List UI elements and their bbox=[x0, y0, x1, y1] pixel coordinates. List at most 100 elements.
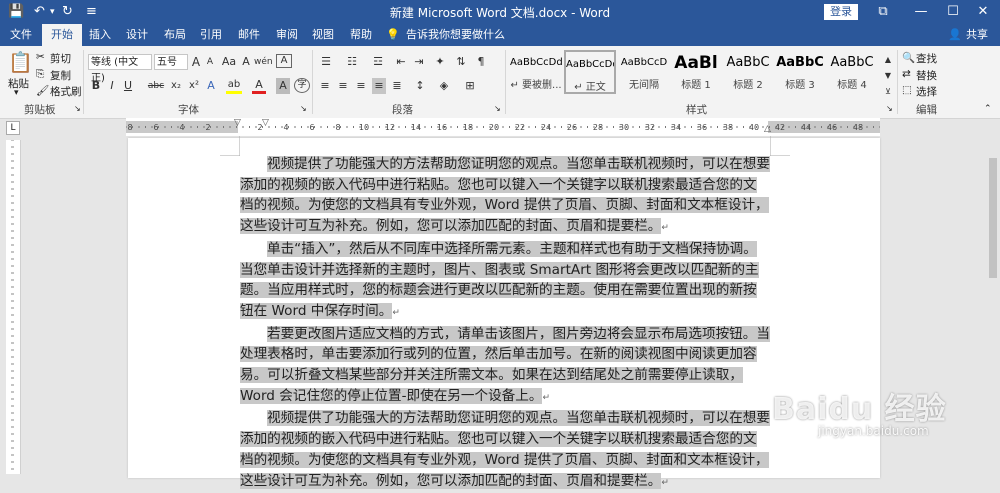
enclose-characters-icon[interactable]: 字 bbox=[294, 78, 310, 93]
scrollbar-thumb[interactable] bbox=[989, 158, 997, 278]
copy-icon[interactable]: ⎘ bbox=[36, 68, 44, 81]
maximize-button[interactable]: ☐ bbox=[938, 0, 968, 24]
style-item[interactable]: AaBbCcDd ↵ 要被删... bbox=[510, 50, 562, 94]
borders-icon[interactable]: ⊞ bbox=[462, 78, 478, 94]
replace-button[interactable]: 替换 bbox=[916, 68, 937, 83]
chinese-layout-icon[interactable]: ✦ bbox=[432, 54, 448, 70]
tab-references[interactable]: 引用 bbox=[194, 24, 228, 46]
distributed-icon[interactable]: ≣ bbox=[390, 78, 404, 94]
paragraph[interactable]: 视频提供了功能强大的方法帮助您证明您的观点。当您单击联机视频时，可以在想要添加的… bbox=[240, 154, 770, 239]
paragraph[interactable]: 视频提供了功能强大的方法帮助您证明您的观点。当您单击联机视频时，可以在想要添加的… bbox=[240, 408, 770, 493]
bold-button[interactable]: B bbox=[90, 78, 102, 94]
minimize-button[interactable]: — bbox=[906, 0, 936, 24]
first-line-indent-marker[interactable]: ▽ bbox=[234, 118, 241, 128]
style-item[interactable]: AaBbC 标题 3 bbox=[774, 50, 826, 94]
tab-selector-icon[interactable]: L bbox=[6, 121, 20, 135]
justify-icon[interactable]: ≡ bbox=[372, 78, 386, 94]
character-border-icon[interactable]: A bbox=[276, 54, 292, 68]
clear-formatting-icon[interactable]: A bbox=[240, 54, 252, 70]
login-button[interactable]: 登录 bbox=[824, 4, 858, 20]
customize-qat-icon[interactable]: ≡ bbox=[86, 3, 97, 21]
italic-button[interactable]: I bbox=[106, 78, 118, 94]
select-icon[interactable]: ⬚ bbox=[902, 84, 912, 96]
tab-insert[interactable]: 插入 bbox=[84, 24, 116, 46]
paragraph[interactable]: 若要更改图片适应文档的方式，请单击该图片，图片旁边将会显示布局选项按钮。当处理表… bbox=[240, 324, 770, 409]
grow-font-icon[interactable]: A bbox=[190, 54, 202, 70]
underline-button[interactable]: U bbox=[122, 78, 134, 94]
style-item[interactable]: AaBbCcD 无间隔 bbox=[618, 50, 670, 94]
character-shading-icon[interactable]: A bbox=[276, 78, 290, 94]
shrink-font-icon[interactable]: A bbox=[204, 54, 216, 70]
bullets-icon[interactable]: ☰ bbox=[318, 54, 334, 70]
style-item[interactable]: AaBbC 标题 2 bbox=[722, 50, 774, 94]
tab-mailings[interactable]: 邮件 bbox=[232, 24, 266, 46]
align-center-icon[interactable]: ≡ bbox=[336, 78, 350, 94]
subscript-button[interactable]: x₂ bbox=[168, 78, 184, 94]
gallery-more-icon[interactable]: ⊻ bbox=[882, 84, 894, 100]
find-button[interactable]: 查找 bbox=[916, 51, 937, 66]
gallery-down-icon[interactable]: ▼ bbox=[882, 68, 894, 84]
hanging-indent-marker[interactable]: ▽ bbox=[262, 118, 269, 128]
cut-button[interactable]: 剪切 bbox=[50, 51, 71, 66]
font-name-combo[interactable]: 等线 (中文正) bbox=[88, 54, 152, 84]
vertical-ruler[interactable] bbox=[6, 139, 21, 474]
save-icon[interactable]: 💾 bbox=[8, 3, 24, 21]
undo-dropdown-icon[interactable]: ▾ bbox=[50, 3, 55, 21]
format-painter-icon[interactable]: 🖌 bbox=[36, 84, 49, 97]
document-body[interactable]: 视频提供了功能强大的方法帮助您证明您的观点。当您单击联机视频时，可以在想要添加的… bbox=[240, 154, 770, 493]
text-effects-icon[interactable]: A bbox=[204, 78, 218, 94]
align-right-icon[interactable]: ≡ bbox=[354, 78, 368, 94]
style-item[interactable]: AaBbC 标题 4 bbox=[826, 50, 878, 94]
vertical-scrollbar[interactable] bbox=[986, 138, 1000, 474]
font-launcher-icon[interactable]: ↘ bbox=[300, 104, 307, 113]
line-spacing-icon[interactable]: ↕ bbox=[412, 78, 428, 94]
style-item[interactable]: AaBl 标题 1 bbox=[670, 50, 722, 94]
tab-file[interactable]: 文件 bbox=[4, 24, 38, 46]
tab-layout[interactable]: 布局 bbox=[158, 24, 192, 46]
horizontal-ruler[interactable]: 8 6 4 2 2 4 6 8 10 12 14 16 18 20 22 24 26 28 30 32 34 36 38 40… bbox=[125, 118, 881, 136]
align-left-icon[interactable]: ≡ bbox=[318, 78, 332, 94]
strikethrough-button[interactable]: abc bbox=[146, 78, 166, 94]
tab-home[interactable]: 开始 bbox=[42, 24, 82, 46]
font-color-icon[interactable]: A bbox=[252, 78, 266, 94]
sort-icon[interactable]: ⇅ bbox=[454, 54, 468, 70]
find-icon[interactable]: 🔍 bbox=[902, 51, 915, 64]
change-case-icon[interactable]: Aa bbox=[220, 54, 238, 70]
share-icon[interactable]: 👤 bbox=[948, 24, 962, 46]
right-indent-marker[interactable]: △ bbox=[764, 124, 771, 134]
paragraph[interactable]: 单击“插入”，然后从不同库中选择所需元素。主题和样式也有助于文档保持协调。当您单… bbox=[240, 239, 770, 324]
copy-button[interactable]: 复制 bbox=[50, 68, 71, 83]
tab-help[interactable]: 帮助 bbox=[344, 24, 378, 46]
decrease-indent-icon[interactable]: ⇤ bbox=[394, 54, 408, 70]
document-page[interactable]: 视频提供了功能强大的方法帮助您证明您的观点。当您单击联机视频时，可以在想要添加的… bbox=[128, 136, 880, 489]
collapse-ribbon-icon[interactable]: ⌃ bbox=[984, 104, 992, 114]
close-button[interactable]: ✕ bbox=[968, 0, 998, 24]
cut-icon[interactable]: ✂ bbox=[36, 51, 45, 63]
tab-view[interactable]: 视图 bbox=[306, 24, 340, 46]
numbering-icon[interactable]: ☷ bbox=[344, 54, 360, 70]
font-size-combo[interactable]: 五号 bbox=[154, 54, 188, 70]
show-hide-marks-icon[interactable]: ¶ bbox=[474, 54, 488, 70]
paste-dropdown-icon[interactable]: ▾ bbox=[14, 88, 19, 98]
styles-launcher-icon[interactable]: ↘ bbox=[886, 104, 893, 113]
highlight-color-icon[interactable]: ab bbox=[226, 78, 242, 94]
paragraph-launcher-icon[interactable]: ↘ bbox=[494, 104, 501, 113]
select-button[interactable]: 选择 bbox=[916, 84, 937, 99]
paragraph-shading-icon[interactable]: ◈ bbox=[436, 78, 452, 94]
gallery-up-icon[interactable]: ▲ bbox=[882, 52, 894, 68]
style-item-selected[interactable]: AaBbCcDd ↵ 正文 bbox=[564, 50, 616, 94]
share-button[interactable]: 共享 bbox=[962, 24, 992, 46]
superscript-button[interactable]: x² bbox=[186, 78, 202, 94]
redo-icon[interactable]: ↻ bbox=[62, 3, 73, 21]
format-painter-button[interactable]: 格式刷 bbox=[50, 84, 82, 99]
multilevel-list-icon[interactable]: ☲ bbox=[370, 54, 386, 70]
replace-icon[interactable]: ⇄ bbox=[902, 68, 911, 80]
tab-review[interactable]: 审阅 bbox=[270, 24, 304, 46]
paste-icon[interactable]: 📋 bbox=[8, 50, 33, 74]
clipboard-launcher-icon[interactable]: ↘ bbox=[74, 104, 81, 113]
ribbon-display-options-icon[interactable]: ⧉ bbox=[868, 0, 898, 24]
tell-me-search[interactable]: 告诉我你想要做什么 bbox=[406, 24, 506, 46]
increase-indent-icon[interactable]: ⇥ bbox=[412, 54, 426, 70]
undo-icon[interactable]: ↶ bbox=[34, 3, 45, 21]
phonetic-guide-icon[interactable]: wén bbox=[254, 54, 273, 70]
